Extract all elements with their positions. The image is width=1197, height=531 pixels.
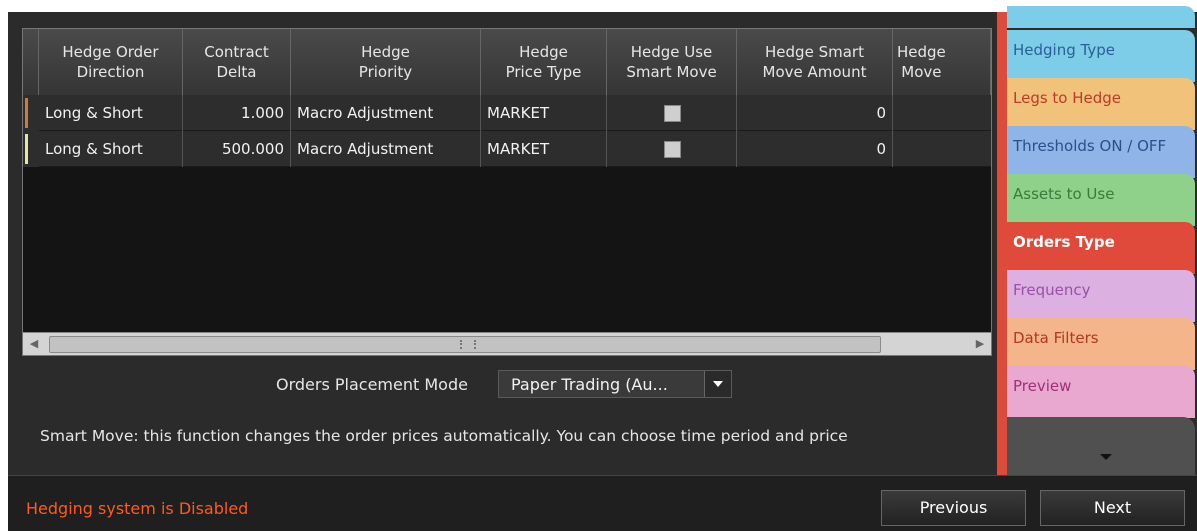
- hedge-wizard-window: Hedge Order Direction Contract Delta Hed…: [8, 6, 1197, 531]
- tab-top-edge: [1007, 6, 1195, 28]
- tab-frequency[interactable]: Frequency: [1007, 270, 1195, 322]
- scroll-left-icon[interactable]: ◀: [23, 333, 45, 355]
- cell-direction[interactable]: Long & Short: [39, 131, 183, 167]
- grip-icon: [460, 340, 476, 349]
- orders-placement-mode-label: Orders Placement Mode: [276, 375, 468, 394]
- cell-use-smart-move: [607, 95, 737, 131]
- row-gutter-header: [23, 29, 39, 95]
- col-header-contract-delta[interactable]: Contract Delta: [183, 29, 291, 95]
- horizontal-scrollbar[interactable]: ◀ ▶: [23, 332, 991, 355]
- row-marker: [25, 134, 28, 164]
- tab-orders-type[interactable]: Orders Type: [1007, 222, 1195, 274]
- wizard-steps: Hedging Type Legs to Hedge Thresholds ON…: [994, 6, 1197, 475]
- cell-contract-delta[interactable]: 500.000: [183, 131, 291, 167]
- chevron-down-icon: [1100, 454, 1112, 460]
- bottom-bar: Hedging system is Disabled Previous Next: [8, 475, 1197, 531]
- row-gutter: [23, 95, 39, 131]
- grid-header: Hedge Order Direction Contract Delta Hed…: [23, 29, 991, 96]
- tab-data-filters[interactable]: Data Filters: [1007, 318, 1195, 370]
- tab-legs-to-hedge[interactable]: Legs to Hedge: [1007, 78, 1195, 130]
- tab-preview[interactable]: Preview: [1007, 366, 1195, 418]
- table-row[interactable]: Long & Short 500.000 Macro Adjustment MA…: [23, 131, 991, 167]
- smart-move-hint: Smart Move: this function changes the or…: [40, 427, 848, 445]
- status-text: Hedging system is Disabled: [26, 499, 249, 518]
- tab-hedging-type[interactable]: Hedging Type: [1007, 30, 1195, 82]
- tab-thresholds[interactable]: Thresholds ON / OFF: [1007, 126, 1195, 178]
- scrollbar-thumb[interactable]: [49, 336, 881, 353]
- cell-smart-move-amount[interactable]: 0: [737, 131, 893, 167]
- col-header-use-smart-move[interactable]: Hedge Use Smart Move: [607, 29, 737, 95]
- orders-placement-mode-value: Paper Trading (Au...: [511, 375, 668, 394]
- col-header-priority[interactable]: Hedge Priority: [291, 29, 481, 95]
- cell-use-smart-move: [607, 131, 737, 167]
- cell-price-type[interactable]: MARKET: [481, 131, 607, 167]
- cell-price-type[interactable]: MARKET: [481, 95, 607, 131]
- row-marker: [25, 98, 28, 128]
- active-step-accent: [997, 12, 1007, 475]
- table-row[interactable]: Long & Short 1.000 Macro Adjustment MARK…: [23, 95, 991, 131]
- col-header-smart-move-amount[interactable]: Hedge Smart Move Amount: [737, 29, 893, 95]
- orders-placement-mode-select[interactable]: Paper Trading (Au...: [498, 370, 732, 398]
- cell-priority[interactable]: Macro Adjustment: [291, 131, 481, 167]
- chevron-down-icon[interactable]: [704, 371, 731, 397]
- hedge-orders-grid: Hedge Order Direction Contract Delta Hed…: [22, 28, 992, 356]
- smart-move-checkbox[interactable]: [664, 141, 681, 158]
- next-button[interactable]: Next: [1040, 490, 1185, 526]
- tab-assets-to-use[interactable]: Assets to Use: [1007, 174, 1195, 226]
- cell-contract-delta[interactable]: 1.000: [183, 95, 291, 131]
- cell-priority[interactable]: Macro Adjustment: [291, 95, 481, 131]
- col-header-price-type[interactable]: Hedge Price Type: [481, 29, 607, 95]
- col-header-hedge-move[interactable]: Hedge Move: [893, 29, 991, 95]
- scroll-right-icon[interactable]: ▶: [969, 333, 991, 355]
- previous-button[interactable]: Previous: [881, 490, 1026, 526]
- col-header-direction[interactable]: Hedge Order Direction: [39, 29, 183, 95]
- cell-direction[interactable]: Long & Short: [39, 95, 183, 131]
- tabs-more[interactable]: [1007, 417, 1195, 475]
- cell-smart-move-amount[interactable]: 0: [737, 95, 893, 131]
- cell-hedge-move[interactable]: [893, 95, 991, 131]
- cell-hedge-move[interactable]: [893, 131, 991, 167]
- smart-move-checkbox[interactable]: [664, 105, 681, 122]
- row-gutter: [23, 131, 39, 167]
